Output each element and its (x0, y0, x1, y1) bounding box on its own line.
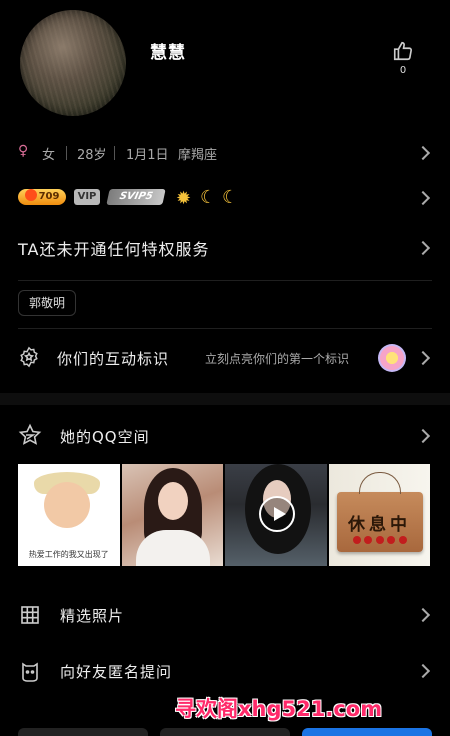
avatar[interactable] (20, 10, 126, 116)
interaction-hint: 立刻点亮你们的第一个标识 (205, 352, 350, 366)
send-message-button[interactable] (302, 728, 432, 736)
gender-text: 女 (42, 148, 56, 163)
profile-tag[interactable]: 郭敬明 (18, 290, 77, 316)
divider (66, 146, 67, 160)
age-text: 28岁 (77, 148, 107, 163)
sign-dots (352, 536, 407, 544)
selected-photos-row[interactable]: 精选照片 (0, 596, 450, 636)
profile-header: 慧慧 0 (0, 0, 450, 130)
moon-icon: ☾ (200, 187, 217, 208)
interaction-marks-row[interactable]: 你们的互动标识 立刻点亮你们的第一个标识 (0, 340, 450, 376)
qzone-photo-strip: 热爱工作的我又出现了 休息中 (18, 464, 430, 566)
badge-star-icon (18, 346, 40, 372)
bottom-action-button[interactable] (160, 728, 290, 736)
rest-sign: 休息中 (336, 472, 423, 552)
moon-icon: ☾ (222, 187, 239, 208)
nickname: 慧慧 (150, 43, 186, 63)
sign-string (358, 472, 401, 494)
basic-info-row[interactable]: ♀ 女 28岁 1月1日 摩羯座 (0, 138, 450, 168)
thumbs-up-icon (393, 41, 413, 61)
chevron-right-icon (415, 190, 431, 206)
qzone-photo[interactable]: 休息中 (328, 464, 430, 566)
selected-photos-label: 精选照片 (60, 607, 125, 625)
chevron-right-icon (415, 240, 431, 256)
watermark-text: 寻欢阁xhg521.com (175, 697, 383, 721)
bottom-action-button[interactable] (18, 728, 148, 736)
female-icon: ♀ (18, 143, 29, 159)
qzone-photo[interactable]: 热爱工作的我又出现了 (18, 464, 120, 566)
chevron-right-icon (415, 428, 431, 444)
like-button[interactable]: 0 (388, 40, 418, 76)
mask-icon (20, 661, 40, 687)
anonymous-ask-label: 向好友匿名提问 (60, 663, 173, 681)
chevron-right-icon (415, 663, 431, 679)
qzone-photo[interactable] (121, 464, 223, 566)
privilege-label: TA还未开通任何特权服务 (18, 240, 210, 259)
sign-text: 休息中 (348, 515, 411, 535)
grid-icon (20, 605, 40, 629)
play-icon[interactable] (259, 496, 295, 532)
chevron-right-icon (415, 350, 431, 366)
divider (18, 328, 432, 329)
qzone-video[interactable] (225, 464, 327, 566)
interaction-label: 你们的互动标识 (57, 350, 170, 368)
birthday-text: 1月1日 (126, 148, 169, 163)
qzone-label: 她的QQ空间 (60, 428, 150, 446)
anonymous-ask-row[interactable]: 向好友匿名提问 (0, 652, 450, 692)
photo-illustration (157, 482, 188, 520)
qzone-row[interactable]: 她的QQ空间 (0, 420, 450, 452)
photo-illustration (135, 530, 210, 566)
badges-row[interactable]: 709 VIP SVIP5 ✹ ☾ ☾ (0, 185, 450, 211)
zodiac-text: 摩羯座 (178, 148, 218, 163)
qzone-star-icon (18, 423, 42, 451)
chevron-right-icon (415, 145, 431, 161)
sun-icon: ✹ (176, 188, 192, 209)
flower-badge-icon (378, 344, 406, 372)
section-separator (0, 393, 450, 405)
level-value: 709 (38, 191, 60, 202)
divider (18, 280, 432, 281)
svip-badge: SVIP5 (106, 189, 166, 205)
photo-caption: 热爱工作的我又出现了 (28, 550, 109, 559)
level-badge: 709 (18, 189, 66, 205)
coin-icon (24, 189, 37, 201)
like-count: 0 (399, 65, 407, 76)
vip-badge: VIP (74, 189, 100, 205)
photo-illustration (44, 482, 90, 528)
chevron-right-icon (415, 607, 431, 623)
privilege-row[interactable]: TA还未开通任何特权服务 (0, 232, 450, 264)
divider (114, 146, 115, 160)
